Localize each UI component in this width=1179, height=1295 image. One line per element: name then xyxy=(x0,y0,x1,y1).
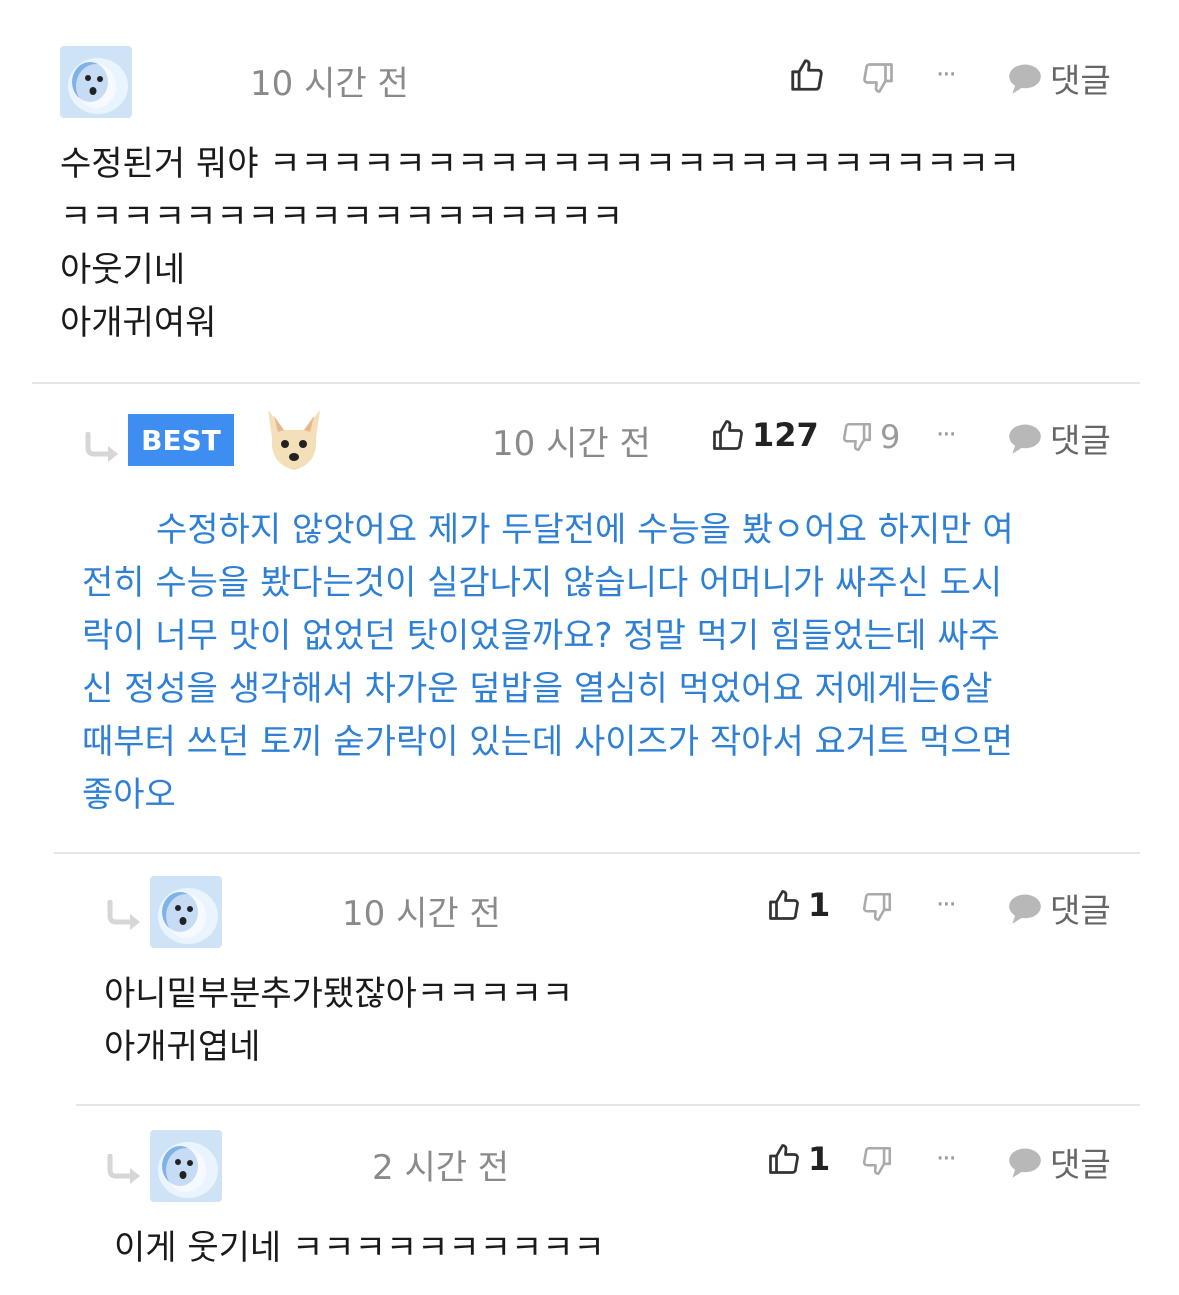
dislike-button[interactable]: 9 xyxy=(840,418,900,456)
dislike-button[interactable] xyxy=(860,60,896,96)
reply-comment-1: 10 시간 전 1 ··· 댓글 아니밑부분추가됐잖아ㅋㅋㅋㅋㅋ 아개귀엽네 xyxy=(0,854,1179,1104)
reply-button[interactable]: 댓글 xyxy=(1006,1138,1111,1186)
reply-label: 댓글 xyxy=(1050,421,1111,460)
comment-line: 아개귀여워 xyxy=(60,303,217,343)
comment-1: 10 시간 전 ··· 댓글 수정된거 뭐야 ㅋㅋㅋㅋㅋㅋㅋㅋㅋㅋㅋㅋㅋㅋㅋㅋㅋ… xyxy=(0,0,1179,382)
thumbs-up-icon xyxy=(710,417,746,453)
reply-arrow-icon xyxy=(104,900,144,930)
user-avatar[interactable] xyxy=(150,1130,222,1202)
thumbs-up-icon xyxy=(788,56,826,94)
comment-line: 아웃기네 xyxy=(60,250,186,290)
comment-line: 이게 웃기네 ㅋㅋㅋㅋㅋㅋㅋㅋㅋㅋ xyxy=(114,1228,605,1268)
like-button[interactable] xyxy=(788,56,826,94)
best-badge: BEST xyxy=(128,414,234,466)
comment-best: BEST 10 시간 전 127 9 ··· 댓글 수정하지 않앗어요 제가 두… xyxy=(0,384,1179,854)
more-options-button[interactable]: ··· xyxy=(936,890,957,920)
reply-comment-2: 2 시간 전 1 ··· 댓글 이게 웃기네 ㅋㅋㅋㅋㅋㅋㅋㅋㅋㅋ xyxy=(0,1106,1179,1295)
comment-body: 아니밑부분추가됐잖아ㅋㅋㅋㅋㅋ 아개귀엽네 xyxy=(104,968,573,1074)
comment-time: 10 시간 전 xyxy=(250,64,409,104)
thumbs-up-icon xyxy=(766,1141,802,1177)
thumbs-up-icon xyxy=(766,887,802,923)
comment-line: 락이 너무 맛이 없었던 탓이었을까요? 정말 먹기 힘들었는데 싸주 xyxy=(82,616,1000,656)
comment-line: 수정된거 뭐야 ㅋㅋㅋㅋㅋㅋㅋㅋㅋㅋㅋㅋㅋㅋㅋㅋㅋㅋㅋㅋㅋㅋㅋㅋ xyxy=(60,144,1021,184)
comment-time: 10 시간 전 xyxy=(492,424,651,464)
seal-avatar-icon xyxy=(150,1130,222,1202)
thumbs-down-icon xyxy=(860,1144,894,1178)
speech-bubble-icon xyxy=(1006,1143,1044,1181)
seal-avatar-icon xyxy=(150,876,222,948)
comment-body: 수정된거 뭐야 ㅋㅋㅋㅋㅋㅋㅋㅋㅋㅋㅋㅋㅋㅋㅋㅋㅋㅋㅋㅋㅋㅋㅋㅋ ㅋㅋㅋㅋㅋㅋㅋ… xyxy=(60,138,1020,350)
dislike-button[interactable] xyxy=(860,890,894,924)
comment-line: 아개귀엽네 xyxy=(104,1027,261,1067)
like-button[interactable]: 1 xyxy=(766,1140,830,1178)
speech-bubble-icon xyxy=(1006,419,1044,457)
dislike-count: 9 xyxy=(880,418,901,456)
like-button[interactable]: 1 xyxy=(766,886,830,924)
user-avatar[interactable] xyxy=(150,876,222,948)
like-button[interactable]: 127 xyxy=(710,416,819,454)
like-count: 127 xyxy=(752,416,819,454)
dog-avatar-icon xyxy=(258,404,330,476)
comment-line: 전히 수능을 봤다는것이 실감나지 않습니다 어머니가 싸주신 도시 xyxy=(82,563,1003,603)
reply-arrow-icon xyxy=(104,1154,144,1184)
more-options-button[interactable]: ··· xyxy=(936,420,957,450)
user-avatar[interactable] xyxy=(60,46,132,118)
comment-line: 좋아오 xyxy=(82,775,176,815)
seal-avatar-icon xyxy=(60,46,132,118)
comment-line: 신 정성을 생각해서 차가운 덮밥을 열심히 먹었어요 저에게는6살 xyxy=(82,669,993,709)
user-avatar[interactable] xyxy=(258,404,330,476)
thumbs-down-icon xyxy=(840,420,874,454)
like-count: 1 xyxy=(808,886,831,924)
reply-label: 댓글 xyxy=(1050,1145,1111,1184)
more-options-button[interactable]: ··· xyxy=(936,60,957,90)
reply-button[interactable]: 댓글 xyxy=(1006,54,1111,102)
reply-arrow-icon xyxy=(82,432,122,462)
more-options-button[interactable]: ··· xyxy=(936,1144,957,1174)
thumbs-down-icon xyxy=(860,60,896,96)
reply-label: 댓글 xyxy=(1050,891,1111,930)
comment-line: ㅋㅋㅋㅋㅋㅋㅋㅋㅋㅋㅋㅋㅋㅋㅋㅋㅋㅋ xyxy=(60,197,624,237)
comment-line: 아니밑부분추가됐잖아ㅋㅋㅋㅋㅋ xyxy=(104,974,574,1014)
comment-time: 10 시간 전 xyxy=(342,894,501,934)
like-count: 1 xyxy=(808,1140,831,1178)
speech-bubble-icon xyxy=(1006,59,1044,97)
comment-body: 이게 웃기네 ㅋㅋㅋㅋㅋㅋㅋㅋㅋㅋ xyxy=(114,1222,605,1275)
comment-body: 수정하지 않앗어요 제가 두달전에 수능을 봤ㅇ어요 하지만 여 전히 수능을 … xyxy=(82,504,1014,822)
thumbs-down-icon xyxy=(860,890,894,924)
speech-bubble-icon xyxy=(1006,889,1044,927)
comment-time: 2 시간 전 xyxy=(372,1148,510,1188)
comment-line: 때부터 쓰던 토끼 숟가락이 있는데 사이즈가 작아서 요거트 먹으면 xyxy=(82,722,1014,762)
comment-line: 수정하지 않앗어요 제가 두달전에 수능을 봤ㅇ어요 하지만 여 xyxy=(156,510,1014,550)
reply-button[interactable]: 댓글 xyxy=(1006,414,1111,462)
reply-button[interactable]: 댓글 xyxy=(1006,884,1111,932)
dislike-button[interactable] xyxy=(860,1144,894,1178)
reply-label: 댓글 xyxy=(1050,61,1111,100)
